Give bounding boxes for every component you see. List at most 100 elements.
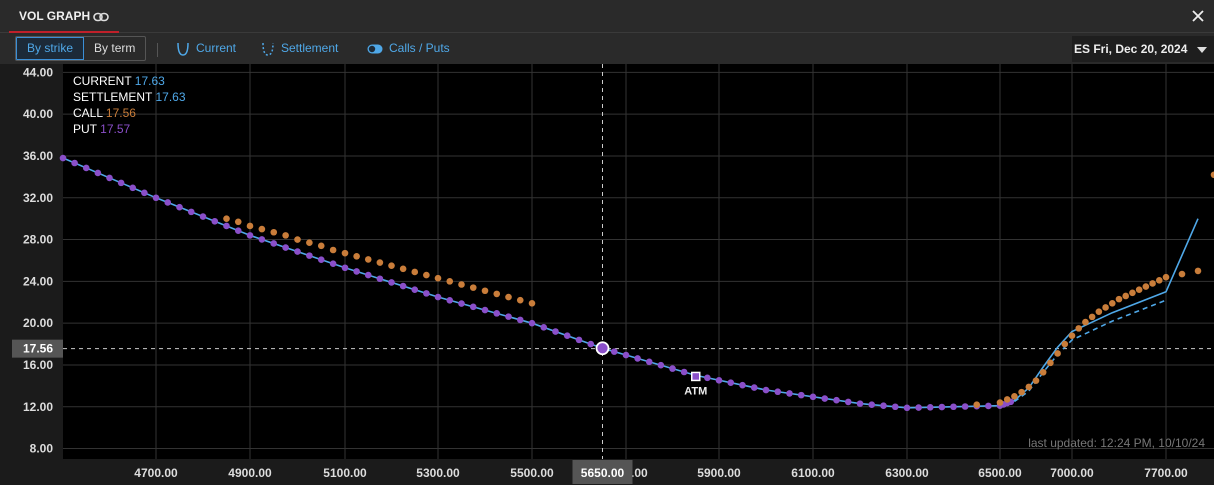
x-tick-label: 5900.00 bbox=[697, 466, 741, 480]
series-put-point bbox=[610, 348, 618, 355]
link-icon[interactable] bbox=[93, 12, 109, 22]
by-term-button[interactable]: By term bbox=[84, 37, 145, 60]
chart-legend: CURRENT 17.63 SETTLEMENT 17.63 CALL 17.5… bbox=[73, 73, 186, 137]
atm-label: ATM bbox=[684, 385, 707, 397]
series-put-point bbox=[540, 324, 548, 331]
series-put-point bbox=[164, 199, 172, 206]
series-call-point bbox=[516, 296, 524, 304]
series-put-point bbox=[821, 395, 829, 402]
window-title: VOL GRAPH bbox=[19, 9, 91, 23]
series-call-point bbox=[282, 232, 289, 239]
current-label: Current bbox=[196, 41, 237, 55]
y-tick-label: 16.00 bbox=[23, 358, 53, 372]
series-put-point bbox=[481, 306, 489, 314]
calls-puts-toggle[interactable]: Calls / Puts bbox=[367, 39, 450, 57]
series-call-point bbox=[1011, 393, 1018, 400]
series-call-point bbox=[353, 252, 360, 260]
y-tick-label: 44.00 bbox=[23, 65, 53, 79]
toolbar-divider bbox=[157, 43, 158, 57]
legend-put: PUT 17.57 bbox=[73, 122, 131, 136]
series-put-point bbox=[587, 340, 595, 348]
series-call-point bbox=[1068, 332, 1076, 339]
calls-puts-label: Calls / Puts bbox=[389, 41, 450, 55]
atm-marker bbox=[691, 371, 701, 382]
series-call-point bbox=[505, 293, 512, 301]
series-put-point bbox=[528, 319, 536, 327]
series-call-point bbox=[388, 262, 395, 269]
series-put-point bbox=[329, 260, 337, 268]
series-call-point bbox=[329, 246, 337, 254]
series-call-point bbox=[258, 225, 266, 233]
y-tick-label: 20.00 bbox=[23, 316, 53, 330]
x-tick-label: 6100.00 bbox=[791, 466, 835, 480]
series-put-point bbox=[246, 232, 254, 239]
series-call-point bbox=[528, 299, 536, 307]
series-put-point bbox=[458, 300, 465, 307]
series-put-point bbox=[353, 268, 360, 275]
x-tick-label: 5300.00 bbox=[416, 466, 460, 480]
series-call-point bbox=[446, 278, 454, 285]
series-put-point bbox=[176, 203, 183, 211]
series-put-point bbox=[270, 240, 278, 247]
series-call-point bbox=[1135, 286, 1143, 294]
current-toggle[interactable]: Current bbox=[176, 39, 236, 57]
series-put-point bbox=[891, 403, 899, 411]
x-tick-label: 5100.00 bbox=[323, 466, 367, 480]
x-tick-label: 6500.00 bbox=[978, 466, 1022, 480]
settlement-toggle[interactable]: Settlement bbox=[261, 39, 338, 57]
series-put-point bbox=[985, 402, 992, 410]
series-call-point bbox=[481, 287, 489, 295]
series-put-point bbox=[833, 396, 840, 404]
series-put-point bbox=[317, 256, 325, 263]
y-tick-label: 36.00 bbox=[23, 149, 53, 163]
series-call-point bbox=[1102, 304, 1109, 311]
series-call-point bbox=[1082, 318, 1089, 326]
series-put-point bbox=[634, 355, 641, 362]
mode-toggle: By strike By term bbox=[15, 36, 147, 61]
series-put-point bbox=[505, 313, 512, 320]
window-title-tab[interactable]: VOL GRAPH bbox=[9, 0, 120, 33]
expiry-select[interactable]: ES Fri, Dec 20, 2024 bbox=[1072, 36, 1214, 62]
series-call-point bbox=[306, 239, 313, 246]
x-tick-label: 4900.00 bbox=[228, 466, 272, 480]
chart-series bbox=[59, 154, 1214, 412]
series-put-point bbox=[364, 271, 372, 279]
series-put-point bbox=[797, 391, 805, 399]
series-call-point bbox=[1061, 340, 1069, 348]
expiry-value: ES Fri, Dec 20, 2024 bbox=[1074, 42, 1188, 56]
series-put-point bbox=[645, 358, 653, 366]
series-call-point bbox=[411, 268, 419, 276]
toolbar: By strike By term Current Settlement Cal… bbox=[0, 33, 1214, 64]
series-put-point bbox=[552, 328, 559, 335]
series-put-point bbox=[59, 154, 67, 162]
series-put-point bbox=[129, 184, 137, 192]
series-call-point bbox=[434, 274, 442, 282]
series-put-point bbox=[376, 275, 384, 283]
series-call-point bbox=[223, 215, 230, 222]
series-put-point bbox=[388, 279, 395, 286]
series-put-point bbox=[844, 398, 852, 406]
series-put-point bbox=[94, 169, 102, 177]
series-put-point bbox=[926, 403, 934, 411]
current-value-marker bbox=[595, 341, 610, 356]
series-put-point bbox=[903, 404, 911, 412]
window-titlebar: VOL GRAPH bbox=[0, 0, 1214, 33]
series-call-point bbox=[270, 228, 278, 236]
series-call-point bbox=[1025, 383, 1033, 391]
by-strike-button[interactable]: By strike bbox=[16, 37, 85, 60]
series-put-point bbox=[938, 403, 946, 411]
close-icon[interactable] bbox=[1190, 8, 1206, 24]
series-put-point bbox=[774, 388, 782, 396]
series-current-line bbox=[62, 157, 1199, 409]
y-tick-label: 32.00 bbox=[23, 191, 53, 205]
series-call-point bbox=[1149, 280, 1156, 287]
crosshair-x-label: 5650.00 bbox=[581, 466, 625, 480]
series-call-point bbox=[1115, 295, 1123, 303]
series-put-point bbox=[680, 368, 688, 376]
series-put-point bbox=[117, 179, 125, 187]
series-put-point bbox=[704, 374, 711, 382]
series-put-point bbox=[669, 365, 676, 372]
series-put-point bbox=[446, 296, 454, 304]
series-put-point bbox=[258, 236, 266, 243]
series-put-point bbox=[423, 290, 430, 297]
